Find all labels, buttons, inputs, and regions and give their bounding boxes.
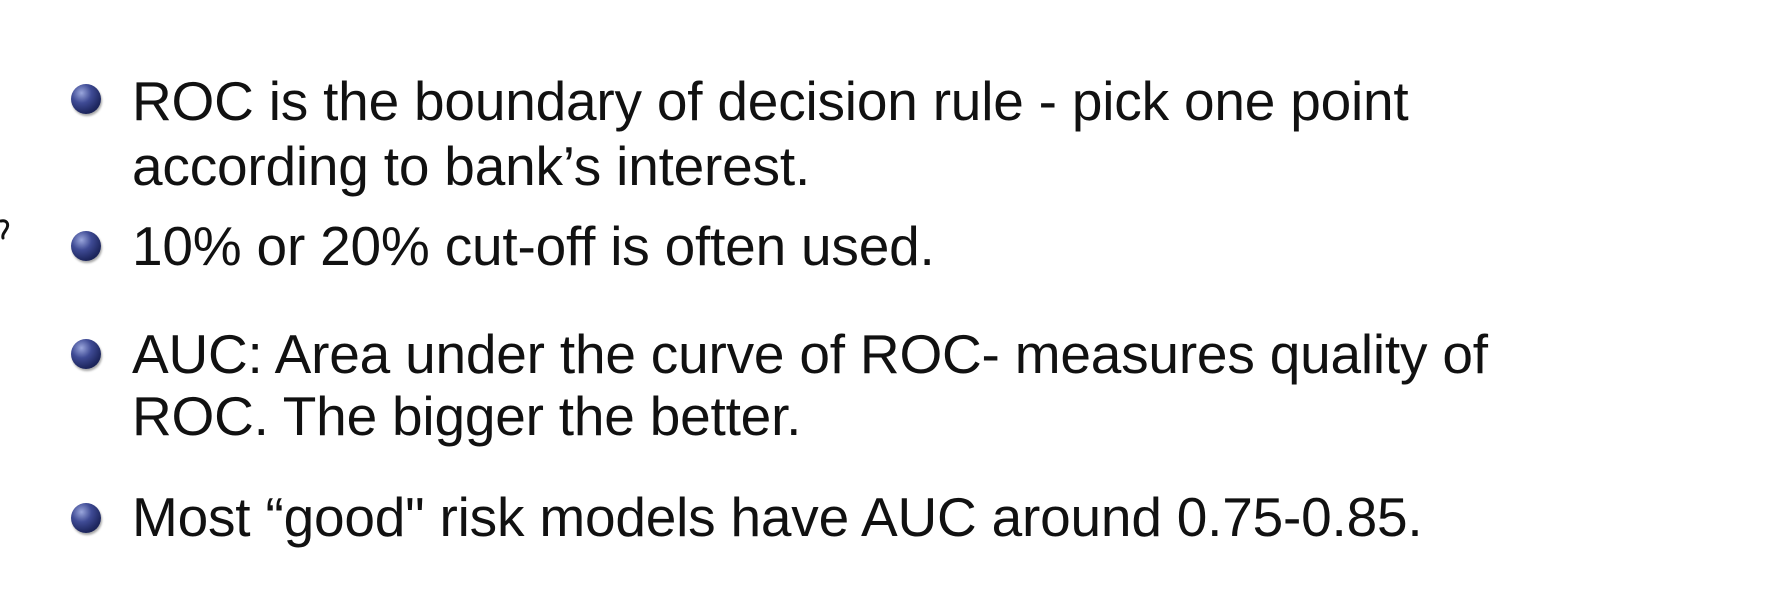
bullet-circle-icon (71, 503, 101, 533)
bullet-text-line: 10% or 20% cut-off is often used. (132, 215, 935, 277)
bullet-circle-icon (71, 84, 101, 114)
bullet-text-line: ROC is the boundary of decision rule - p… (132, 70, 1409, 132)
slide: ROC is the boundary of decision rule - p… (0, 0, 1784, 604)
bullet-circle-icon (71, 231, 101, 261)
bullet-text-line: Most “good" risk models have AUC around … (132, 486, 1423, 548)
bullet-text-line: according to bank’s interest. (132, 135, 811, 197)
bullet-text-line: ROC. The bigger the better. (132, 385, 802, 447)
bullet-circle-icon (71, 339, 101, 369)
bullet-list: ROC is the boundary of decision rule - p… (0, 0, 1784, 604)
